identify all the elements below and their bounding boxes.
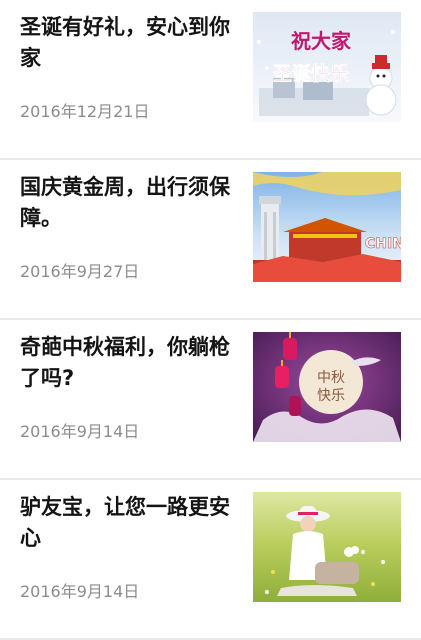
image-caption: CHIN	[365, 236, 401, 252]
article-date: 2016年9月14日	[20, 582, 140, 601]
list-item[interactable]: 奇葩中秋福利，你躺枪了吗? 2016年9月14日 中秋 快乐	[0, 320, 421, 480]
list-item[interactable]: 国庆黄金周，出行须保障。 2016年9月27日 CHIN	[0, 160, 421, 320]
article-date: 2016年9月14日	[20, 422, 140, 441]
article-title[interactable]: 国庆黄金周，出行须保障。	[20, 172, 242, 234]
image-caption-line-2: 快乐	[317, 388, 345, 404]
greeting-line-1: 祝大家	[291, 29, 352, 53]
mid-autumn-image[interactable]: 中秋 快乐	[253, 332, 401, 442]
image-caption-line-1: 中秋	[317, 370, 345, 386]
list-item[interactable]: 圣诞有好礼，安心到你家 2016年12月21日 祝大家 圣诞快乐	[0, 0, 421, 160]
christmas-greeting-image[interactable]: 祝大家 圣诞快乐	[253, 12, 401, 122]
national-day-image[interactable]: CHIN	[253, 172, 401, 282]
article-list: 圣诞有好礼，安心到你家 2016年12月21日 祝大家 圣诞快乐 国庆黄金周，出…	[0, 0, 421, 640]
greeting-line-2: 圣诞快乐	[273, 62, 349, 85]
list-item[interactable]: 驴友宝，让您一路更安心 2016年9月14日	[0, 480, 421, 640]
article-title[interactable]: 驴友宝，让您一路更安心	[20, 492, 242, 554]
article-date: 2016年9月27日	[20, 262, 140, 281]
article-title[interactable]: 奇葩中秋福利，你躺枪了吗?	[20, 332, 242, 394]
article-date: 2016年12月21日	[20, 102, 150, 121]
travel-girl-image[interactable]	[253, 492, 401, 602]
article-title[interactable]: 圣诞有好礼，安心到你家	[20, 12, 242, 74]
